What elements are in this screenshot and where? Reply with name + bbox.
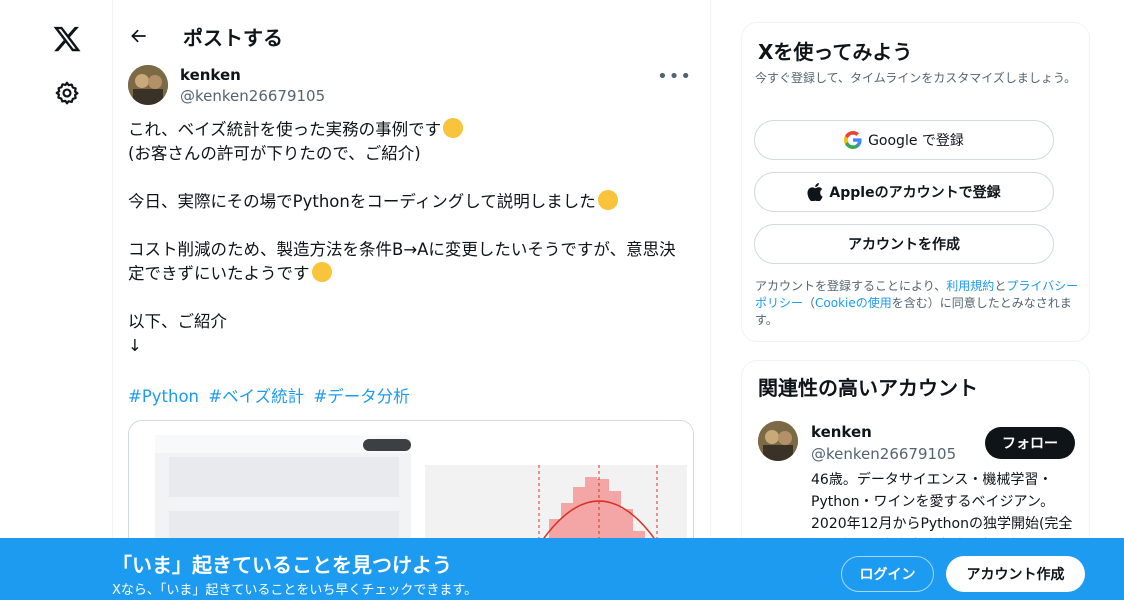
signup-title: Xを使ってみよう [758, 40, 913, 64]
apple-signup-label: Appleのアカウントで登録 [829, 185, 1001, 201]
terms-and: と [994, 279, 1007, 293]
signup-description: 今すぐ登録して、タイムラインをカスタマイズしましょう。 [755, 71, 1077, 85]
google-icon [844, 131, 862, 149]
x-logo-icon[interactable] [52, 24, 82, 54]
post-line: (お客さんの許可が下りたので、ご紹介) [128, 144, 421, 163]
post-line: 定できずにいたようです [128, 262, 698, 286]
post-line: 今日、実際にその場でPythonをコーディングして説明しました [128, 190, 698, 214]
post-line: これ、ベイズ統計を使った実務の事例です [128, 118, 698, 142]
page-title: ポストする [183, 26, 283, 50]
related-title: 関連性の高いアカウント [758, 376, 978, 400]
bottom-signup-bar: 「いま」起きていることを見つけよう Xなら、「いま」起きていることをいち早くチェ… [0, 538, 1124, 600]
avatar[interactable] [758, 421, 798, 461]
back-arrow-icon[interactable] [129, 26, 149, 46]
login-button[interactable]: ログイン [841, 556, 934, 592]
avatar[interactable] [128, 65, 168, 105]
bottom-bar-title: 「いま」起きていることを見つけよう [112, 553, 452, 577]
hashtag-link[interactable]: #ベイズ統計 [208, 387, 304, 406]
terms-paren: （ [803, 296, 816, 310]
author-handle[interactable]: @kenken26679105 [180, 87, 325, 105]
related-account-handle[interactable]: @kenken26679105 [811, 445, 956, 463]
post-text: これ、ベイズ統計を使った実務の事例です (お客さんの許可が下りたので、ご紹介) … [128, 118, 698, 358]
post-line: コスト削減のため、製造方法を条件B→Aに変更したいそうですが、意思決 [128, 240, 676, 259]
post-line: ↓ [128, 336, 142, 355]
google-signup-button[interactable]: Google で登録 [754, 120, 1054, 160]
follow-button[interactable]: フォロー [985, 427, 1075, 459]
terms-text: アカウントを登録することにより、利用規約とプライバシーポリシー（Cookieの使… [755, 278, 1080, 329]
left-nav [0, 0, 113, 600]
terms-prefix: アカウントを登録することにより、 [755, 279, 947, 293]
more-icon[interactable]: ••• [657, 66, 692, 87]
google-signup-label: Google で登録 [868, 133, 964, 149]
signup-button[interactable]: アカウント作成 [946, 556, 1085, 592]
cookie-link[interactable]: Cookieの使用 [815, 296, 892, 310]
create-account-label: アカウントを作成 [848, 237, 960, 253]
post-line [128, 286, 698, 310]
thinking-emoji-icon [311, 262, 332, 282]
post-column: ポストする kenken @kenken26679105 ••• これ、ベイズ統… [113, 0, 711, 600]
grinning-emoji-icon [443, 118, 464, 138]
signup-card: Xを使ってみよう 今すぐ登録して、タイムラインをカスタマイズしましょう。 Goo… [741, 22, 1090, 342]
post-line: 以下、ご紹介 [128, 312, 227, 331]
related-account-name[interactable]: kenken [811, 423, 872, 441]
apple-signup-button[interactable]: Appleのアカウントで登録 [754, 172, 1054, 212]
terms-link[interactable]: 利用規約 [946, 279, 994, 293]
bottom-bar-subtitle: Xなら、「いま」起きていることをいち早くチェックできます。 [112, 583, 478, 598]
gear-icon[interactable] [54, 80, 80, 106]
apple-icon [807, 183, 824, 201]
sunglasses-emoji-icon [597, 190, 618, 210]
hashtags: #Python #ベイズ統計 #データ分析 [128, 383, 414, 407]
author-name[interactable]: kenken [180, 66, 241, 84]
create-account-button[interactable]: アカウントを作成 [754, 224, 1054, 264]
post-line [128, 166, 698, 190]
hashtag-link[interactable]: #データ分析 [313, 387, 409, 406]
hashtag-link[interactable]: #Python [128, 387, 199, 406]
post-line [128, 214, 698, 238]
